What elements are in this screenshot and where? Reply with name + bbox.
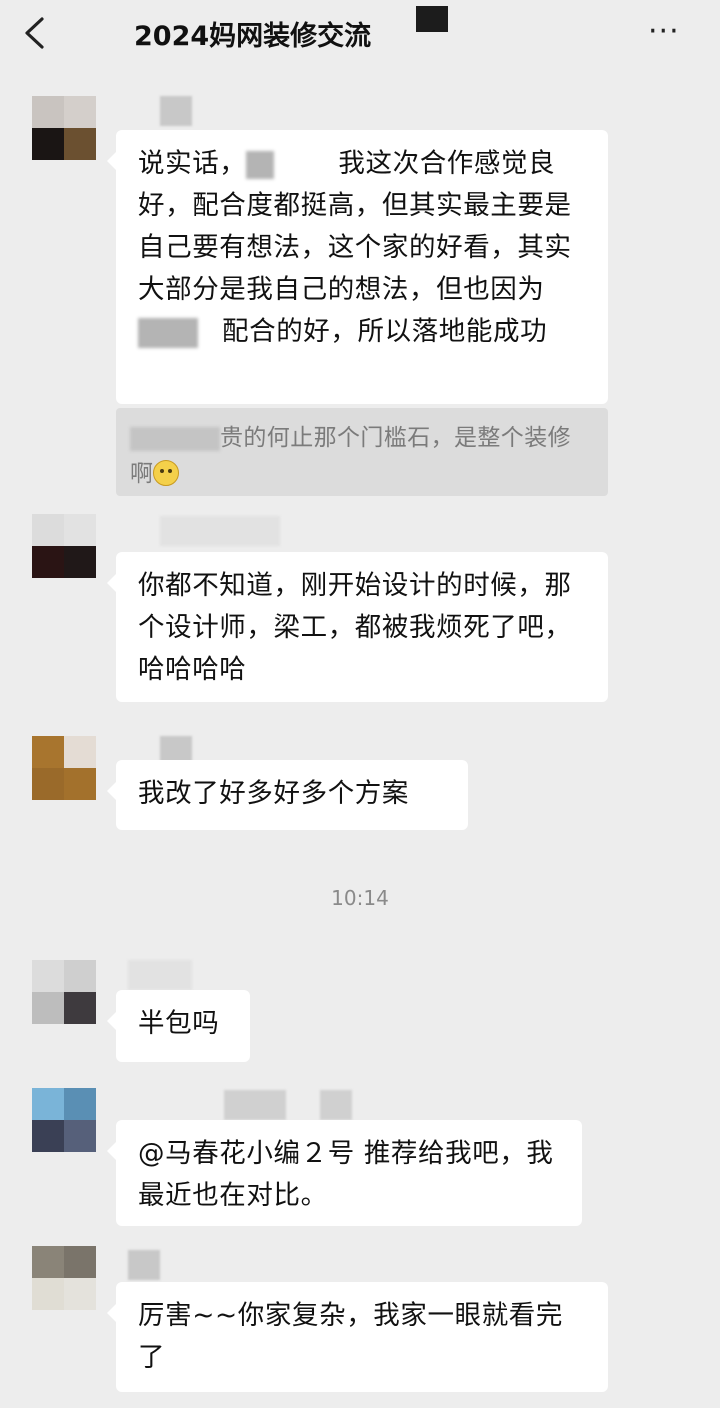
avatar[interactable] (32, 736, 96, 800)
redaction-mosaic (246, 150, 275, 179)
more-dots-icon[interactable]: ··· (648, 17, 690, 47)
quoted-message[interactable]: 贵的何止那个门槛石，是整个装修啊 (116, 408, 608, 496)
message-bubble[interactable]: 说实话， 我这次合作感觉良好，配合度都挺高，但其实最主要是自己要有想法，这个家的好… (107, 130, 608, 404)
message-bubble[interactable]: 半包吗 (107, 990, 250, 1062)
message-text: 半包吗 (138, 1008, 220, 1039)
chat-title: 2024妈网装修交流 (134, 21, 372, 52)
redaction-mosaic (130, 426, 220, 451)
avatar[interactable] (32, 1246, 96, 1310)
message-bubble[interactable]: 我改了好多好多个方案 (107, 760, 468, 830)
chevron-left-icon[interactable] (22, 16, 48, 50)
avatar[interactable] (32, 1088, 96, 1152)
redaction-mask (416, 6, 448, 32)
message-text: 厉害~~你家复杂，我家一眼就看完了 (138, 1300, 564, 1373)
message-text: 配合的好，所以落地能成功 (222, 316, 548, 347)
sender-name-redacted (128, 960, 192, 990)
message-bubble[interactable]: 厉害~~你家复杂，我家一眼就看完了 (107, 1282, 608, 1392)
redaction-mosaic (138, 317, 198, 348)
timestamp: 10:14 (331, 886, 389, 910)
sender-name-redacted (320, 1090, 352, 1120)
avatar[interactable] (32, 960, 96, 1024)
message-text: 你都不知道，刚开始设计的时候，那个设计师，梁工，都被我烦死了吧，哈哈哈哈 (138, 570, 572, 685)
emoji-icon (153, 460, 180, 486)
sender-name-redacted (224, 1090, 286, 1120)
chat-header: 2024妈网装修交流 ··· (0, 0, 720, 66)
avatar[interactable] (32, 96, 96, 160)
message-bubble[interactable]: 你都不知道，刚开始设计的时候，那个设计师，梁工，都被我烦死了吧，哈哈哈哈 (107, 552, 608, 702)
sender-name-redacted (160, 516, 280, 546)
sender-name-redacted (160, 96, 192, 126)
sender-name-redacted (128, 1250, 160, 1280)
message-text: @马春花小编２号 推荐给我吧，我最近也在对比。 (138, 1138, 554, 1211)
avatar[interactable] (32, 514, 96, 578)
message-text: 说实话， (138, 148, 247, 179)
message-bubble[interactable]: @马春花小编２号 推荐给我吧，我最近也在对比。 (107, 1120, 582, 1226)
message-text: 我改了好多好多个方案 (138, 778, 409, 809)
